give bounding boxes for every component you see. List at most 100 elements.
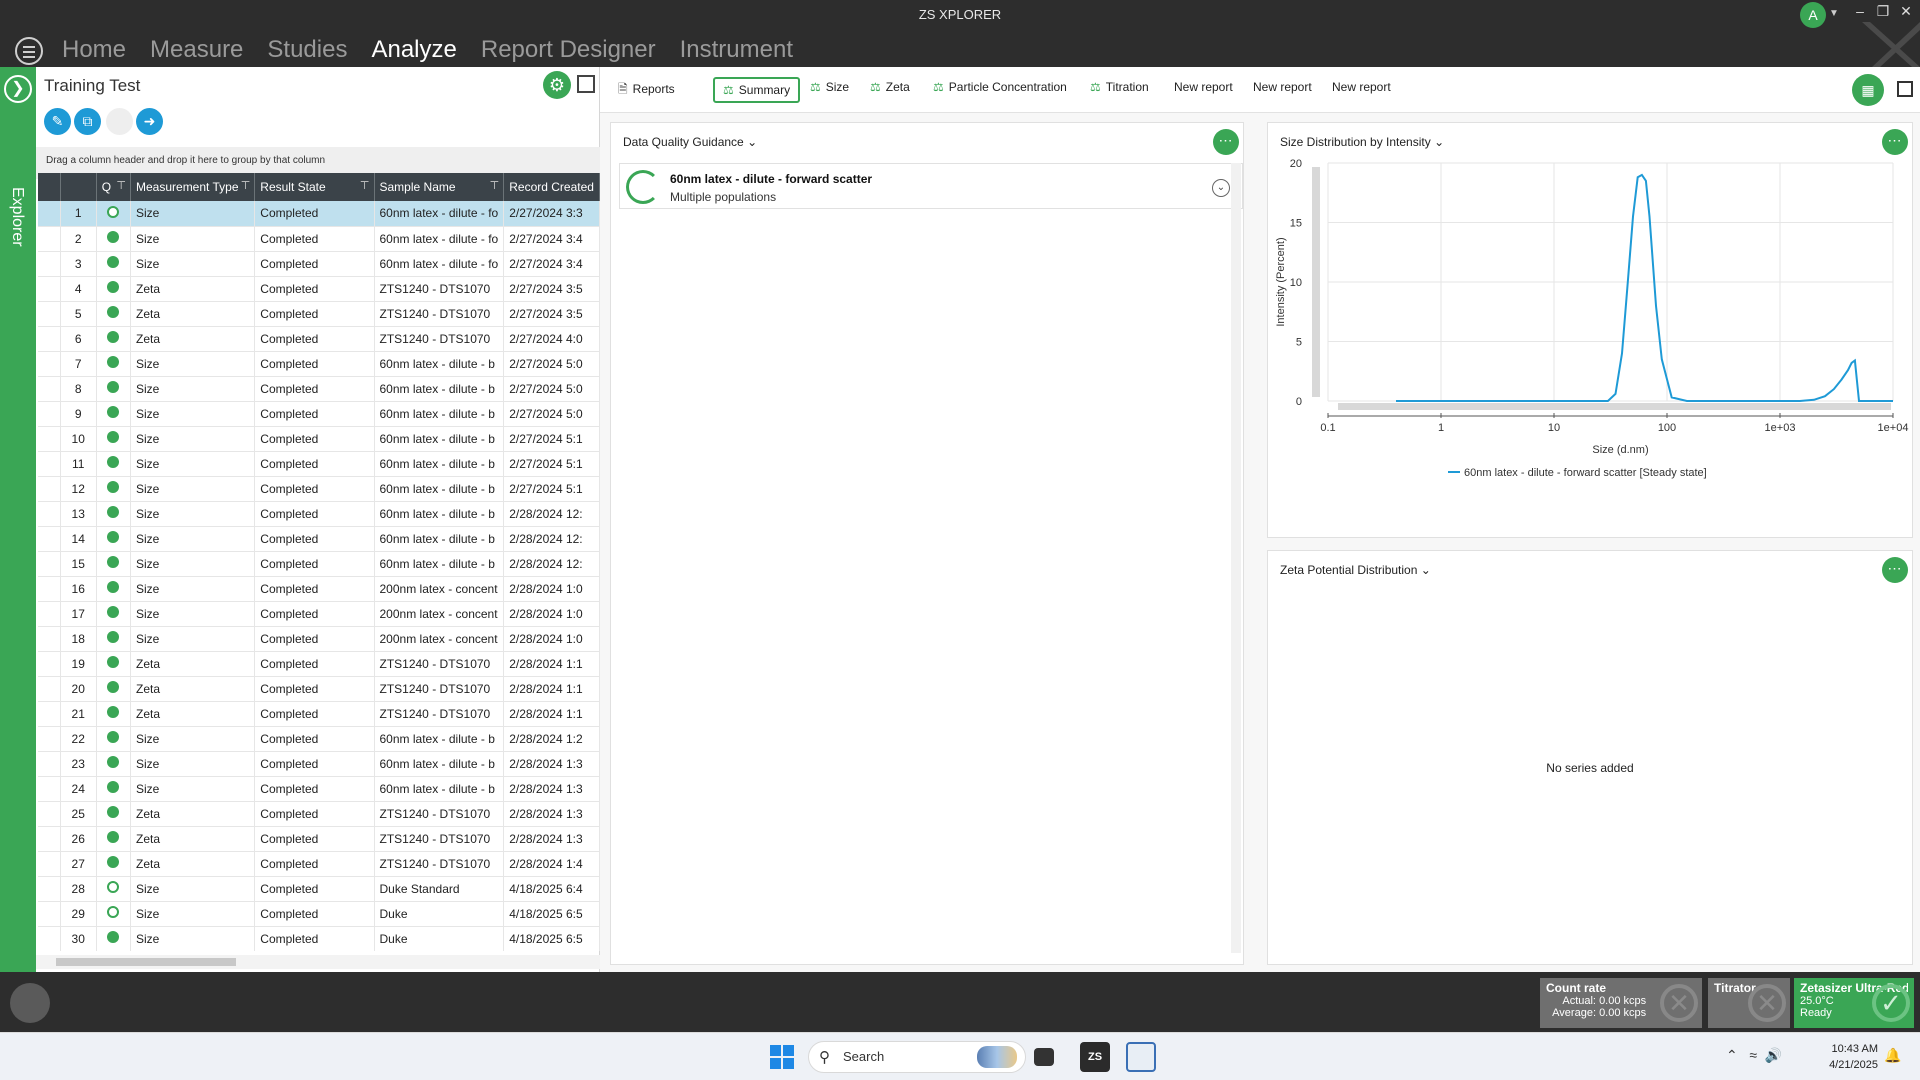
table-row[interactable]: 12 Size Completed 60nm latex - dilute - b 2/… [38,476,600,502]
taskbar-search[interactable]: ⚲ Search [808,1041,1026,1073]
col-selector[interactable] [38,173,61,201]
tab-reports[interactable]: 🗎 Reports [618,80,675,101]
table-row[interactable]: 26 Zeta Completed ZTS1240 - DTS1070 2/28/202… [38,826,600,852]
zs-xplorer-app-icon[interactable]: ZS [1080,1042,1110,1072]
tab-zeta[interactable]: ⚖ Zeta [870,80,910,94]
more-options-icon[interactable]: ⋯ [1882,129,1908,155]
tab-summary[interactable]: ⚖ Summary [713,77,801,103]
row-quality [96,701,132,727]
table-row[interactable]: 29 Size Completed Duke 4/18/2025 6:5 [38,901,600,927]
filter-icon[interactable]: ⊤ [360,179,370,192]
notification-icon[interactable]: 🔔 [1884,1047,1901,1064]
zeta-distribution-header[interactable]: Zeta Potential Distribution ⌄ [1280,563,1431,577]
table-row[interactable]: 18 Size Completed 200nm latex - concent 2/28… [38,626,600,652]
table-row[interactable]: 5 Zeta Completed ZTS1240 - DTS1070 2/27/2024… [38,301,600,327]
network-app-icon[interactable] [1126,1042,1156,1072]
nav-home[interactable]: Home [62,36,126,64]
table-row[interactable]: 25 Zeta Completed ZTS1240 - DTS1070 2/28/202… [38,801,600,827]
nav-analyze[interactable]: Analyze [371,36,456,64]
clock[interactable]: 10:43 AM 4/21/2025 [1818,1041,1878,1073]
table-row[interactable]: 28 Size Completed Duke Standard 4/18/2025 6:… [38,876,600,902]
table-row[interactable]: 1 Size Completed 60nm latex - dilute - fo 2/… [38,201,600,227]
size-distribution-header[interactable]: Size Distribution by Intensity ⌄ [1280,135,1444,149]
table-row[interactable]: 7 Size Completed 60nm latex - dilute - b 2/2… [38,351,600,377]
more-options-icon[interactable]: ⋯ [1882,557,1908,583]
row-selector [38,326,61,352]
nav-instrument[interactable]: Instrument [680,36,793,64]
table-row[interactable]: 19 Zeta Completed ZTS1240 - DTS1070 2/28/202… [38,651,600,677]
row-quality [96,626,132,652]
table-row[interactable]: 10 Size Completed 60nm latex - dilute - b 2/… [38,426,600,452]
nav-report-designer[interactable]: Report Designer [481,36,656,64]
col-quality[interactable]: Q ⊤ [96,173,132,201]
table-row[interactable]: 11 Size Completed 60nm latex - dilute - b 2/… [38,451,600,477]
tab-new-report-2[interactable]: New report [1253,80,1312,94]
restore-icon[interactable]: ❐ [1873,3,1893,20]
size-distribution-chart[interactable]: 0.1 1 10 100 1e+03 1e+04 0 5 10 15 20 Size (d.nm) In… [1268,153,1914,533]
filter-icon[interactable]: ⊤ [241,179,251,192]
table-row[interactable]: 24 Size Completed 60nm latex - dilute - b 2/… [38,776,600,802]
col-measurement-type[interactable]: Measurement Type ⊤ [130,173,256,201]
table-row[interactable]: 23 Size Completed 60nm latex - dilute - b 2/… [38,751,600,777]
export-icon[interactable]: ➜ [136,108,163,135]
scrollbar-thumb[interactable] [56,958,236,966]
horizontal-scrollbar[interactable] [36,955,600,969]
table-row[interactable]: 8 Size Completed 60nm latex - dilute - b 2/2… [38,376,600,402]
layout-grid-icon[interactable]: ▦ [1852,74,1884,106]
table-row[interactable]: 17 Size Completed 200nm latex - concent 2/28… [38,601,600,627]
chevron-down-icon[interactable]: ▼ [1829,8,1839,19]
edit-icon[interactable]: ✎ [44,108,71,135]
chevron-right-icon[interactable]: ❯ [4,75,32,103]
chevron-down-icon[interactable]: ⌄ [1212,179,1230,197]
explorer-rail[interactable]: ❯ Explorer [0,67,36,972]
filter-icon[interactable]: ⊤ [116,179,126,192]
nav-measure[interactable]: Measure [150,36,243,64]
table-row[interactable]: 15 Size Completed 60nm latex - dilute - b 2/… [38,551,600,577]
table-row[interactable]: 3 Size Completed 60nm latex - dilute - fo 2/… [38,251,600,277]
gear-icon[interactable]: ⚙ [543,71,571,99]
table-row[interactable]: 20 Zeta Completed ZTS1240 - DTS1070 2/28/202… [38,676,600,702]
nav-studies[interactable]: Studies [267,36,347,64]
table-row[interactable]: 27 Zeta Completed ZTS1240 - DTS1070 2/28/202… [38,851,600,877]
system-tray[interactable]: ⌃ ≈ 🔊 [1726,1047,1782,1064]
table-row[interactable]: 13 Size Completed 60nm latex - dilute - b 2/… [38,501,600,527]
tab-new-report-1[interactable]: New report [1174,80,1233,94]
col-sample-name[interactable]: Sample Name ⊤ [374,173,505,201]
file-explorer-icon[interactable] [1034,1048,1054,1066]
count-rate-panel[interactable]: Count rate Actual: 0.00 kcps Average: 0.… [1540,978,1702,1028]
vertical-scrollbar[interactable] [1231,163,1241,953]
instrument-panel[interactable]: Zetasizer Ultra-Red 25.0°C Ready ✓ [1794,978,1914,1028]
data-quality-header[interactable]: Data Quality Guidance ⌄ [623,135,757,149]
avatar[interactable]: A [1800,2,1826,28]
table-row[interactable]: 22 Size Completed 60nm latex - dilute - b 2/… [38,726,600,752]
expand-icon[interactable] [577,75,595,93]
close-icon[interactable]: ✕ [1896,3,1916,20]
copy-icon[interactable]: ⧉ [74,108,101,135]
tab-titration[interactable]: ⚖ Titration [1090,80,1149,94]
table-row[interactable]: 16 Size Completed 200nm latex - concent 2/28… [38,576,600,602]
windows-start-icon[interactable] [770,1045,794,1069]
tab-new-report-3[interactable]: New report [1332,80,1391,94]
fullscreen-icon[interactable] [1897,81,1913,97]
tab-particle-concentration[interactable]: ⚖ Particle Concentration [933,80,1067,94]
col-result-state[interactable]: Result State ⊤ [254,173,375,201]
table-row[interactable]: 21 Zeta Completed ZTS1240 - DTS1070 2/28/202… [38,701,600,727]
minimize-icon[interactable]: – [1850,3,1870,19]
table-row[interactable]: 30 Size Completed Duke 4/18/2025 6:5 [38,926,600,951]
more-options-icon[interactable]: ⋯ [1213,129,1239,155]
table-row[interactable]: 6 Zeta Completed ZTS1240 - DTS1070 2/27/2024… [38,326,600,352]
hamburger-menu-icon[interactable] [15,37,43,65]
status-indicator[interactable] [10,983,50,1023]
size-distribution-card: Size Distribution by Intensity ⌄ ⋯ 0.1 1 1… [1267,122,1913,538]
col-index[interactable] [60,173,97,201]
table-row[interactable]: 2 Size Completed 60nm latex - dilute - fo 2/… [38,226,600,252]
data-quality-entry[interactable]: 60nm latex - dilute - forward scatter Mu… [619,163,1243,209]
filter-icon[interactable]: ⊤ [490,179,500,192]
table-row[interactable]: 9 Size Completed 60nm latex - dilute - b 2/2… [38,401,600,427]
table-row[interactable]: 4 Zeta Completed ZTS1240 - DTS1070 2/27/2024… [38,276,600,302]
col-record-created[interactable]: Record Created [503,173,600,201]
tab-size[interactable]: ⚖ Size [810,80,849,94]
titrator-panel[interactable]: Titrator ✕ [1708,978,1790,1028]
table-row[interactable]: 14 Size Completed 60nm latex - dilute - b 2/… [38,526,600,552]
row-state: Completed [254,901,375,927]
